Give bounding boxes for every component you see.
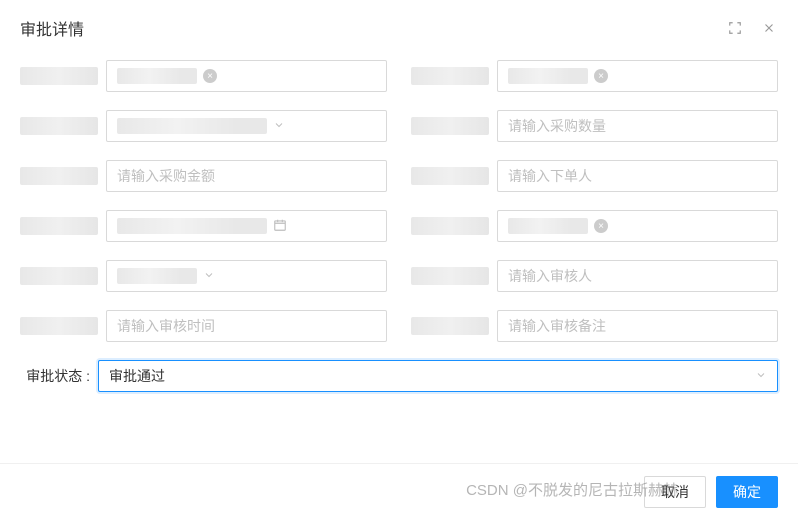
select-field[interactable] (106, 110, 387, 142)
input-field[interactable]: × (497, 60, 778, 92)
expand-icon[interactable] (726, 19, 744, 37)
input-field[interactable]: × (106, 60, 387, 92)
chevron-down-icon (273, 118, 285, 134)
form-row (20, 260, 778, 292)
calendar-icon (273, 218, 287, 235)
chevron-down-icon (755, 368, 767, 384)
label-redacted (411, 117, 489, 135)
label-redacted (20, 267, 98, 285)
select-field[interactable] (106, 260, 387, 292)
form-item-approval: 审批状态 : 审批通过 (20, 360, 778, 392)
input-field[interactable] (497, 160, 778, 192)
label-redacted (20, 217, 98, 235)
input-field[interactable] (106, 160, 387, 192)
date-field[interactable] (106, 210, 387, 242)
form-row (20, 160, 778, 192)
form-item: × (411, 60, 778, 92)
reviewer-input[interactable] (508, 268, 767, 284)
value-redacted (508, 218, 588, 234)
value-redacted (508, 68, 588, 84)
close-icon[interactable] (760, 19, 778, 37)
form-row (20, 110, 778, 142)
form-row: × × (20, 60, 778, 92)
form-item (20, 110, 387, 142)
input-field[interactable] (497, 260, 778, 292)
form-body: × × (0, 52, 798, 392)
modal-footer: 取消 确定 (0, 463, 798, 520)
orderer-input[interactable] (508, 168, 767, 184)
form-item (411, 260, 778, 292)
review-time-input[interactable] (117, 318, 376, 334)
clear-icon[interactable]: × (594, 219, 608, 233)
value-redacted (117, 118, 267, 134)
value-redacted (117, 268, 197, 284)
form-item (411, 160, 778, 192)
form-item (20, 210, 387, 242)
approval-status-label: 审批状态 : (20, 366, 98, 386)
label-redacted (20, 167, 98, 185)
purchase-qty-input[interactable] (508, 118, 767, 134)
form-row (20, 310, 778, 342)
label-redacted (411, 317, 489, 335)
input-field[interactable]: × (497, 210, 778, 242)
form-item (20, 260, 387, 292)
form-item: × (411, 210, 778, 242)
input-field[interactable] (497, 310, 778, 342)
modal-title: 审批详情 (20, 16, 84, 40)
form-item (20, 310, 387, 342)
input-field[interactable] (497, 110, 778, 142)
approval-status-value: 审批通过 (109, 366, 749, 386)
clear-icon[interactable]: × (594, 69, 608, 83)
label-redacted (20, 67, 98, 85)
chevron-down-icon (203, 268, 215, 284)
form-item (20, 160, 387, 192)
label-redacted (411, 67, 489, 85)
form-item: × (20, 60, 387, 92)
label-redacted (411, 267, 489, 285)
clear-icon[interactable]: × (203, 69, 217, 83)
approval-status-select[interactable]: 审批通过 (98, 360, 778, 392)
form-item (411, 310, 778, 342)
form-row: 审批状态 : 审批通过 (20, 360, 778, 392)
value-redacted (117, 68, 197, 84)
value-redacted (117, 218, 267, 234)
header-actions (726, 19, 778, 37)
label-redacted (411, 167, 489, 185)
form-row: × (20, 210, 778, 242)
confirm-button[interactable]: 确定 (716, 476, 778, 508)
form-item (411, 110, 778, 142)
label-redacted (411, 217, 489, 235)
label-redacted (20, 117, 98, 135)
cancel-button[interactable]: 取消 (644, 476, 706, 508)
review-remark-input[interactable] (508, 318, 767, 334)
modal-header: 审批详情 (0, 0, 798, 52)
purchase-amount-input[interactable] (117, 168, 376, 184)
label-redacted (20, 317, 98, 335)
input-field[interactable] (106, 310, 387, 342)
